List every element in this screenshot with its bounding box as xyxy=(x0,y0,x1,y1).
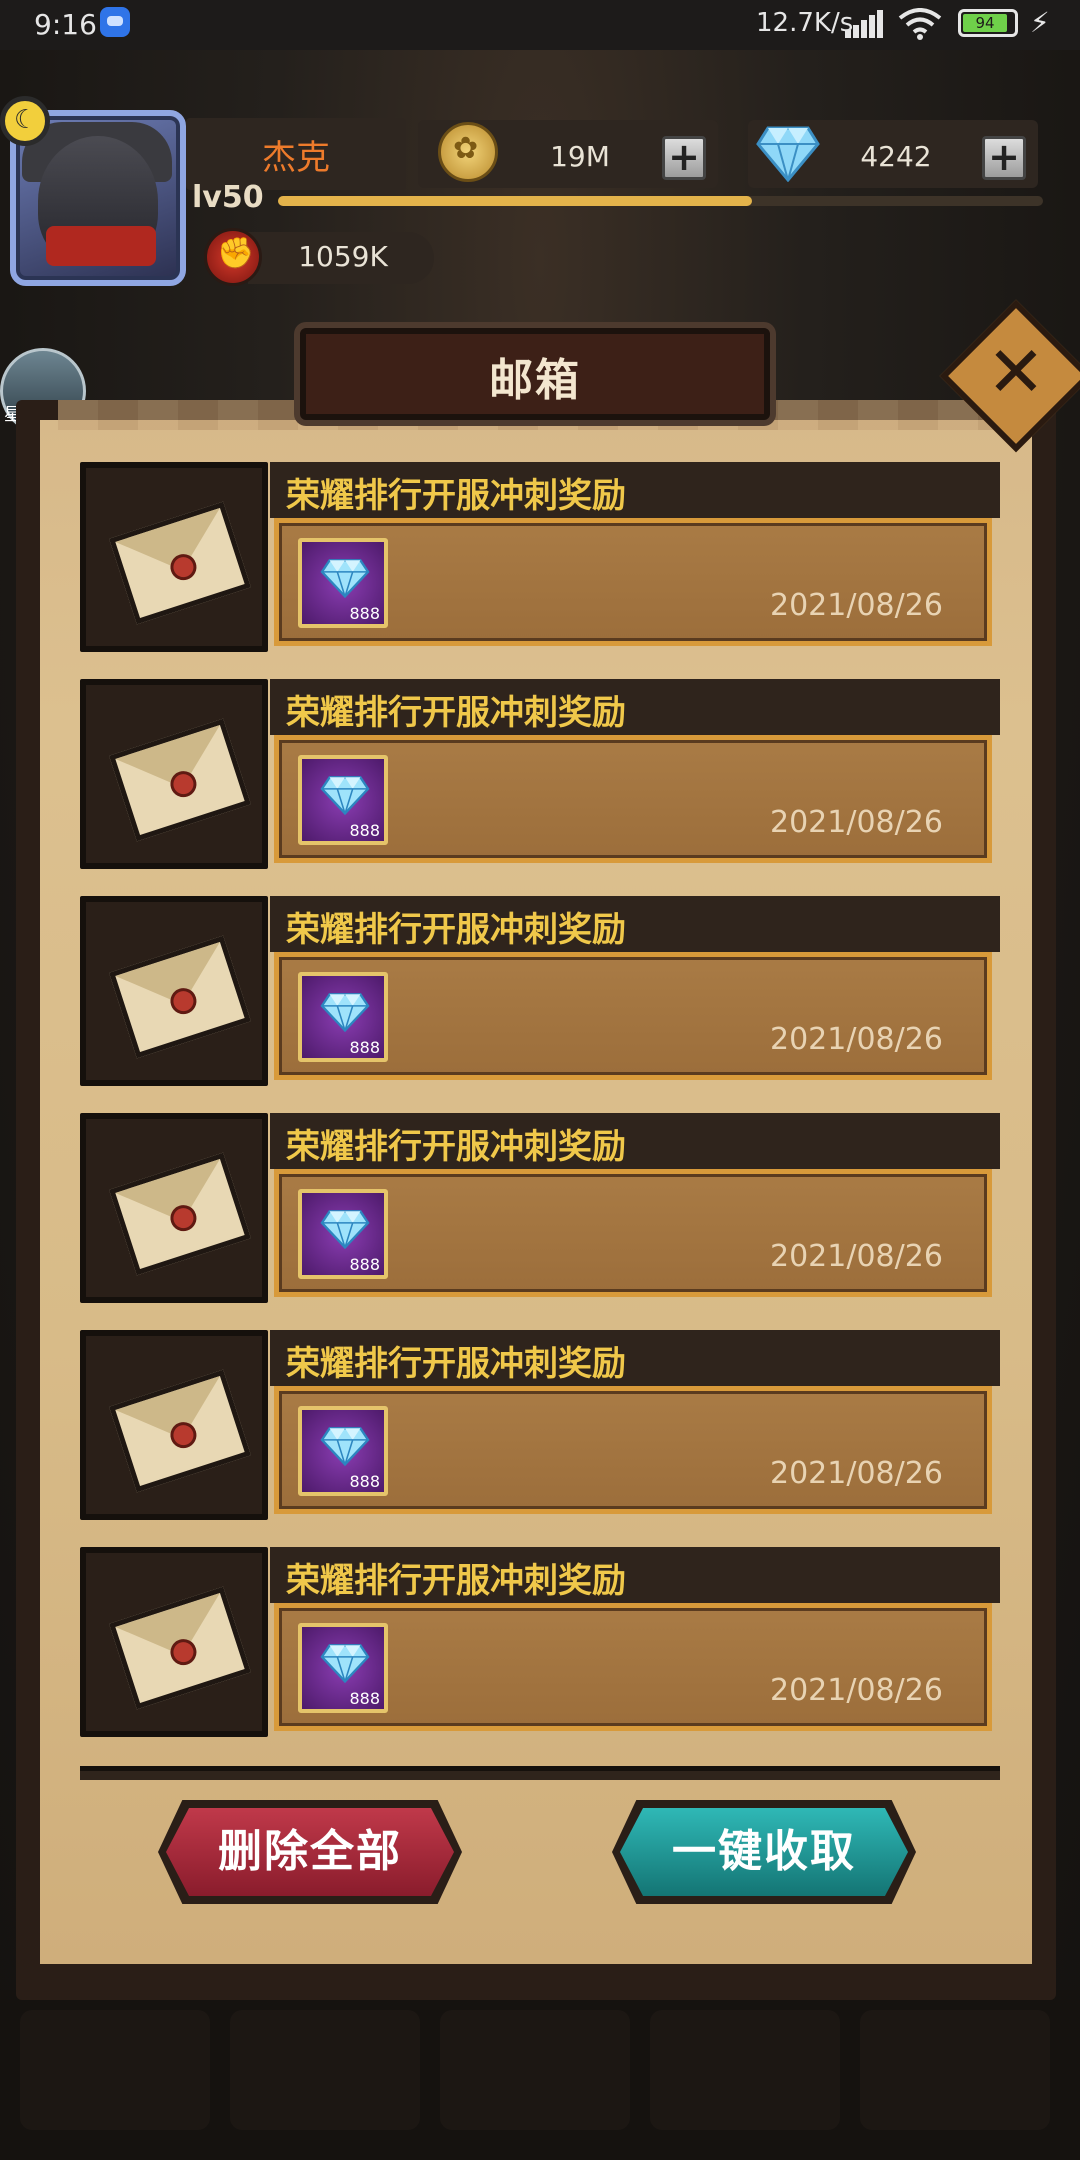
mail-item[interactable]: 荣耀排行开服冲刺奖励 888 2021/08/26 xyxy=(80,679,1000,869)
mail-icon-box xyxy=(80,679,268,869)
mail-date: 2021/08/26 xyxy=(770,1239,943,1274)
add-diamond-button[interactable]: + xyxy=(982,136,1026,180)
mail-date: 2021/08/26 xyxy=(770,1022,943,1057)
xp-bar xyxy=(278,196,1043,206)
diamond-icon xyxy=(756,126,820,182)
mail-title: 荣耀排行开服冲刺奖励 xyxy=(286,1561,626,1601)
diamond-icon xyxy=(320,993,370,1032)
reward-quantity: 888 xyxy=(349,1038,380,1057)
mail-item[interactable]: 荣耀排行开服冲刺奖励 888 2021/08/26 xyxy=(80,1113,1000,1303)
bottom-nav-dimmed xyxy=(0,1990,1080,2160)
mail-title: 荣耀排行开服冲刺奖励 xyxy=(286,1344,626,1384)
reward-quantity: 888 xyxy=(349,1255,380,1274)
reward-item[interactable]: 888 xyxy=(298,1623,388,1713)
mail-item[interactable]: 荣耀排行开服冲刺奖励 888 2021/08/26 xyxy=(80,1547,1000,1737)
xp-bar-fill xyxy=(278,196,753,206)
nav-slot xyxy=(20,2010,210,2130)
mailbox-title: 邮箱 xyxy=(489,355,581,406)
avatar-scarf xyxy=(46,226,156,266)
mail-title: 荣耀排行开服冲刺奖励 xyxy=(286,1127,626,1167)
nav-slot xyxy=(230,2010,420,2130)
charging-bolt-icon: ⚡ xyxy=(1030,6,1050,39)
reward-item[interactable]: 888 xyxy=(298,1406,388,1496)
reward-item[interactable]: 888 xyxy=(298,538,388,628)
fist-power-icon xyxy=(204,228,262,286)
envelope-icon xyxy=(109,718,251,842)
vip-moon-badge-icon xyxy=(0,96,50,146)
status-time: 9:16 xyxy=(34,8,97,41)
wax-seal-icon xyxy=(167,984,200,1018)
mail-title: 荣耀排行开服冲刺奖励 xyxy=(286,476,626,516)
mail-icon-box xyxy=(80,1113,268,1303)
reward-quantity: 888 xyxy=(349,604,380,623)
diamond-icon xyxy=(320,1644,370,1683)
battery-level: 94 xyxy=(963,14,1007,32)
diamond-value: 4242 xyxy=(860,140,932,173)
envelope-icon xyxy=(109,501,251,625)
gold-value: 19M xyxy=(550,140,610,173)
mail-title: 荣耀排行开服冲刺奖励 xyxy=(286,910,626,950)
reward-quantity: 888 xyxy=(349,821,380,840)
battery-icon: 94 xyxy=(958,9,1018,37)
mail-date: 2021/08/26 xyxy=(770,1456,943,1491)
player-level: lv50 xyxy=(192,180,264,215)
envelope-icon xyxy=(109,1586,251,1710)
mail-date: 2021/08/26 xyxy=(770,588,943,623)
wifi-icon xyxy=(898,8,942,40)
envelope-icon xyxy=(109,935,251,1059)
add-gold-button[interactable]: + xyxy=(662,136,706,180)
envelope-icon xyxy=(109,1369,251,1493)
diamond-icon xyxy=(320,1427,370,1466)
wax-seal-icon xyxy=(167,1635,200,1669)
wax-seal-icon xyxy=(167,767,200,801)
mail-date: 2021/08/26 xyxy=(770,1673,943,1708)
status-bar: 9:16 12.7K/s 94 ⚡ xyxy=(0,0,1080,50)
diamond-icon xyxy=(320,559,370,598)
mail-item-partial[interactable] xyxy=(80,1766,1000,1780)
wax-seal-icon xyxy=(167,1418,200,1452)
mail-icon-box xyxy=(80,462,268,652)
mail-icon-box xyxy=(80,1547,268,1737)
reward-item[interactable]: 888 xyxy=(298,755,388,845)
app-notification-icon xyxy=(100,7,130,37)
envelope-icon xyxy=(109,1152,251,1276)
nav-slot xyxy=(440,2010,630,2130)
diamond-icon xyxy=(320,776,370,815)
network-speed: 12.7K/s xyxy=(756,8,854,38)
signal-icon xyxy=(845,10,883,38)
reward-quantity: 888 xyxy=(349,1689,380,1708)
mail-date: 2021/08/26 xyxy=(770,805,943,840)
reward-quantity: 888 xyxy=(349,1472,380,1491)
reward-item[interactable]: 888 xyxy=(298,972,388,1062)
nav-slot xyxy=(650,2010,840,2130)
wax-seal-icon xyxy=(167,1201,200,1235)
mail-item[interactable]: 荣耀排行开服冲刺奖励 888 2021/08/26 xyxy=(80,1330,1000,1520)
player-name: 杰克 xyxy=(262,138,330,178)
collect-all-button[interactable]: 一键收取 xyxy=(620,1808,908,1896)
close-icon[interactable]: ✕ xyxy=(974,330,1058,414)
nav-slot xyxy=(860,2010,1050,2130)
mail-item[interactable]: 荣耀排行开服冲刺奖励 888 2021/08/26 xyxy=(80,896,1000,1086)
gold-coin-icon xyxy=(438,122,498,182)
mail-icon-box xyxy=(80,1330,268,1520)
mail-title: 荣耀排行开服冲刺奖励 xyxy=(286,693,626,733)
mail-item[interactable]: 荣耀排行开服冲刺奖励 888 2021/08/26 xyxy=(80,462,1000,652)
mail-icon-box xyxy=(80,896,268,1086)
combat-power-value: 1059K xyxy=(298,240,388,273)
wax-seal-icon xyxy=(167,550,200,584)
diamond-icon xyxy=(320,1210,370,1249)
delete-all-button[interactable]: 删除全部 xyxy=(166,1808,454,1896)
reward-item[interactable]: 888 xyxy=(298,1189,388,1279)
